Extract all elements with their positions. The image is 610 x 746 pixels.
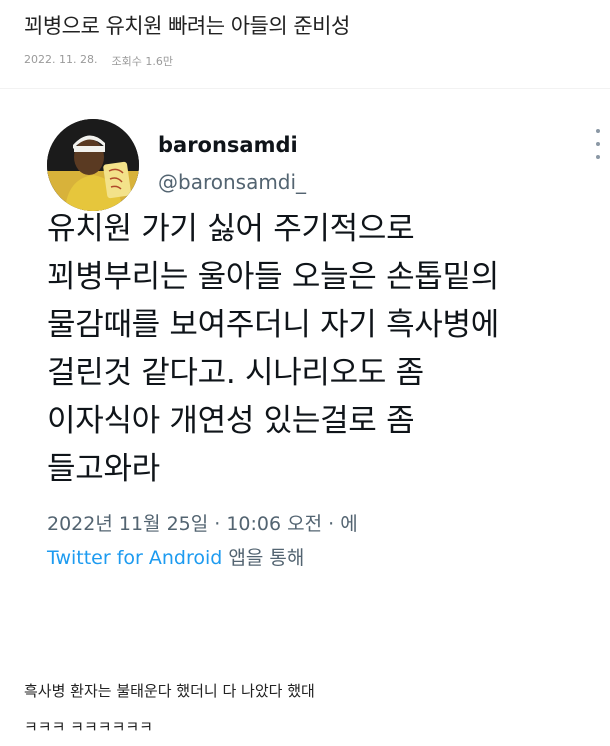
tweet-screenshot: baronsamdi @baronsamdi_ 유치원 가기 싫어 주기적으로 … — [0, 88, 610, 639]
post-comment-laugh: ㅋㅋㅋ ㅋㅋㅋㅋㅋㅋ — [24, 718, 153, 736]
profile-avatar[interactable] — [47, 119, 139, 211]
post-date: 2022. 11. 28. — [24, 53, 98, 66]
post-views: 조회수 1.6만 — [111, 55, 173, 68]
more-dot — [596, 155, 600, 159]
tweet-text: 유치원 가기 싫어 주기적으로 꾀병부리는 울아들 오늘은 손톱밑의 물감때를 … — [47, 211, 499, 487]
avatar-image — [47, 119, 139, 211]
tweet-author-handle[interactable]: @baronsamdi_ — [158, 170, 306, 194]
post-comment-text: 흑사병 환자는 불태운다 했더니 다 나았다 했대 — [24, 682, 315, 700]
tweet-source: Twitter for Android 앱을 통해 — [47, 543, 304, 570]
tweet-source-link[interactable]: Twitter for Android — [47, 547, 222, 569]
tweet-author-name[interactable]: baronsamdi — [158, 133, 298, 157]
more-vertical-icon[interactable] — [592, 129, 604, 159]
tweet-source-suffix: 앱을 통해 — [222, 547, 305, 569]
tweet-timestamp[interactable]: 2022년 11월 25일 · 10:06 오전 · 에 — [47, 509, 358, 536]
post-meta: 2022. 11. 28. 조회수 1.6만 — [24, 53, 173, 69]
post-title: 꾀병으로 유치원 빠려는 아들의 준비성 — [24, 14, 350, 38]
more-dot — [596, 142, 600, 146]
more-dot — [596, 129, 600, 133]
